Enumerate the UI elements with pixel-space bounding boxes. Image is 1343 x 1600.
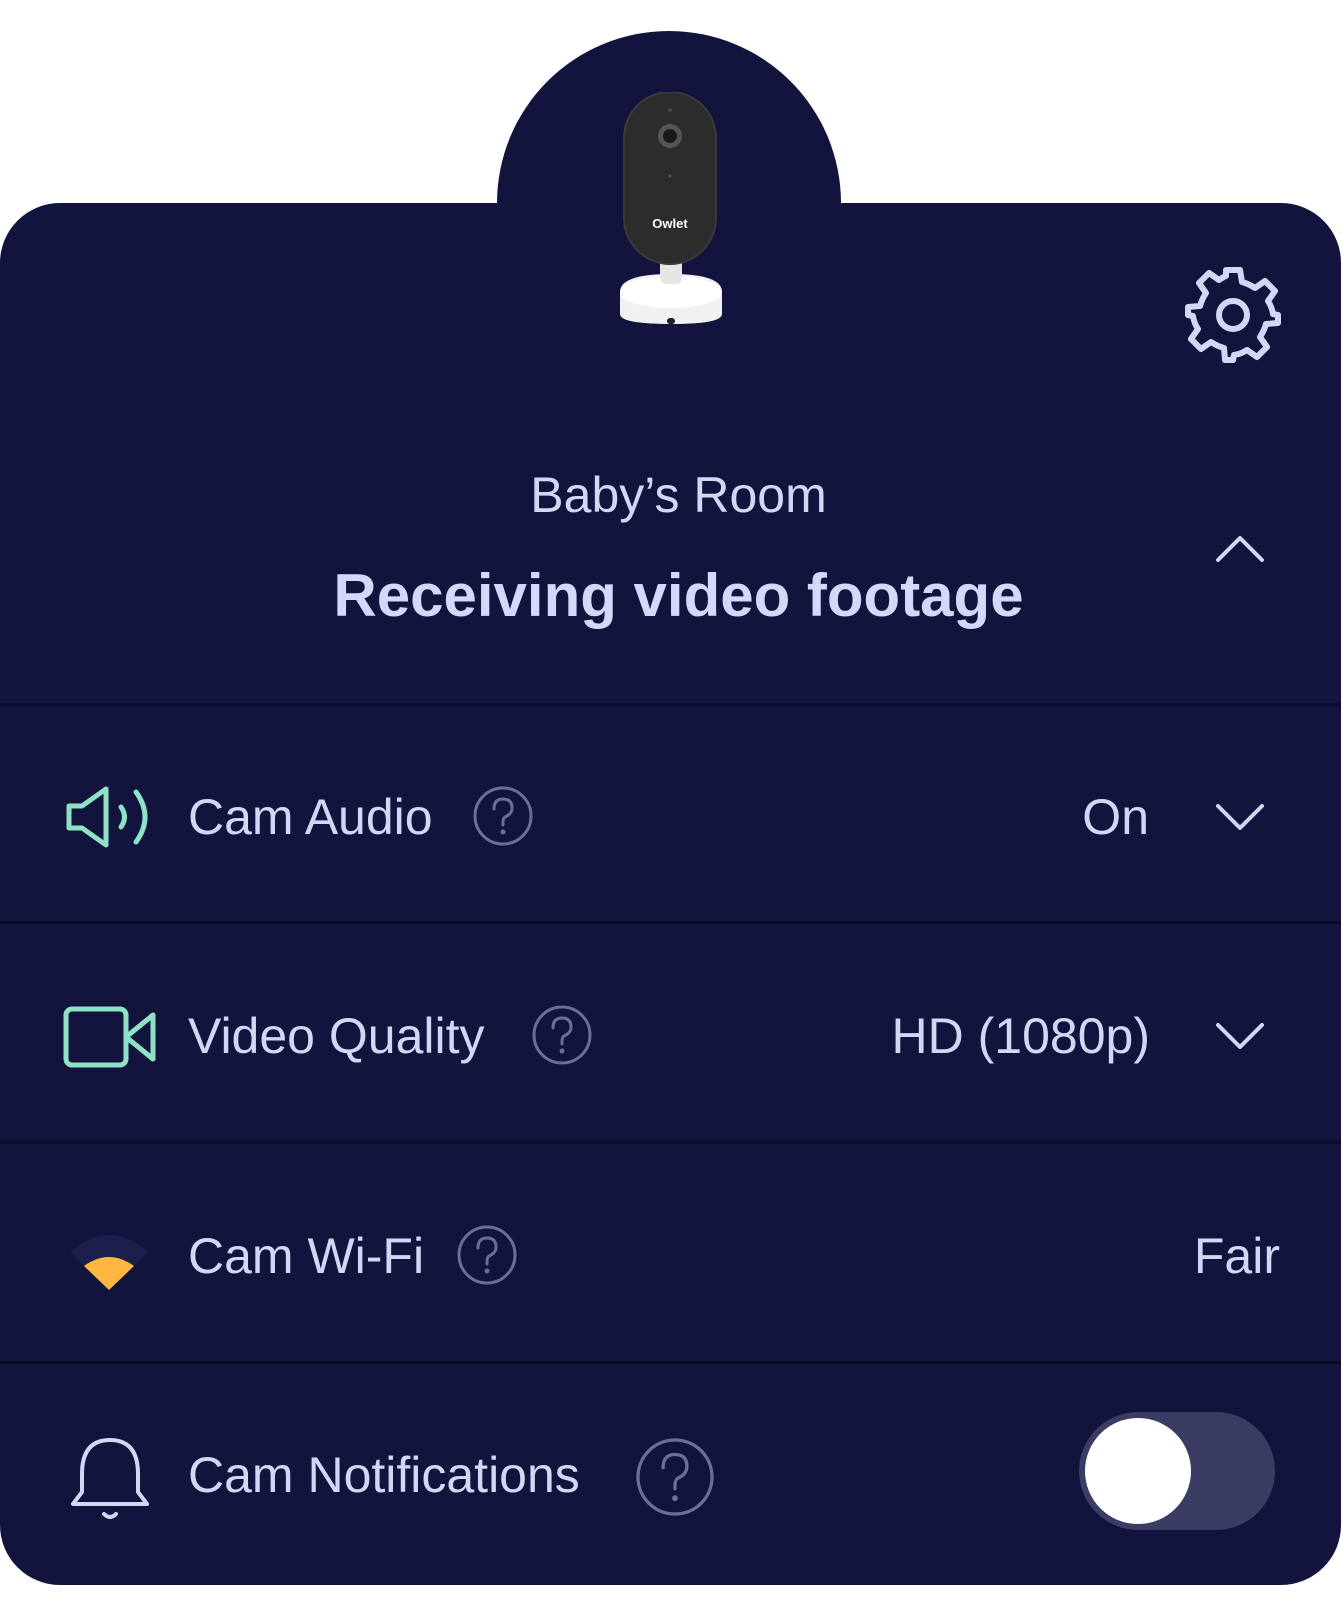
help-question-icon[interactable] bbox=[456, 1224, 518, 1286]
divider bbox=[0, 1141, 1341, 1144]
cam-audio-label: Cam Audio bbox=[188, 789, 433, 845]
room-name: Baby’s Room bbox=[530, 467, 827, 523]
divider bbox=[0, 1361, 1341, 1364]
camera-settings-card bbox=[0, 203, 1341, 1585]
speaker-icon bbox=[66, 786, 148, 848]
cam-wifi-label: Cam Wi-Fi bbox=[188, 1228, 425, 1284]
camera-device-image: Owlet bbox=[620, 92, 722, 324]
cam-wifi-value: Fair bbox=[1193, 1228, 1280, 1284]
video-camera-icon bbox=[63, 1006, 156, 1068]
chevron-down-icon[interactable] bbox=[1212, 1019, 1268, 1055]
help-question-icon[interactable] bbox=[472, 785, 534, 847]
collapse-chevron-up-icon[interactable] bbox=[1212, 530, 1268, 566]
settings-gear-icon[interactable] bbox=[1183, 265, 1283, 365]
help-question-icon[interactable] bbox=[634, 1436, 716, 1518]
video-quality-label: Video Quality bbox=[188, 1008, 485, 1064]
divider bbox=[0, 703, 1341, 706]
help-question-icon[interactable] bbox=[531, 1004, 593, 1066]
toggle-knob bbox=[1085, 1418, 1191, 1524]
notifications-toggle[interactable] bbox=[1079, 1412, 1275, 1530]
cam-audio-value[interactable]: On bbox=[1082, 787, 1149, 847]
chevron-down-icon[interactable] bbox=[1212, 800, 1268, 836]
divider bbox=[0, 921, 1341, 924]
wifi-icon bbox=[70, 1235, 148, 1290]
bell-icon bbox=[71, 1438, 149, 1519]
connection-status: Receiving video footage bbox=[333, 562, 1024, 629]
camera-brand-logo: Owlet bbox=[652, 216, 688, 231]
video-quality-value[interactable]: HD (1080p) bbox=[892, 1006, 1150, 1066]
cam-notifications-label: Cam Notifications bbox=[188, 1447, 580, 1503]
